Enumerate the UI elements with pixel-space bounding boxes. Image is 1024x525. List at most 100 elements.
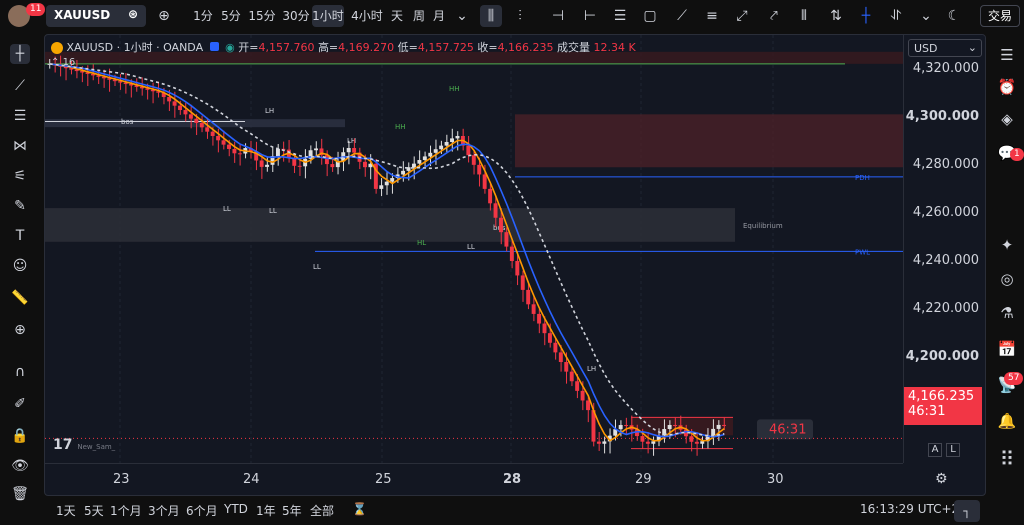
pattern-icon[interactable]: ⥯ [888,8,904,24]
fib-retracement-icon[interactable]: ☰ [10,106,30,126]
candle-body [667,424,672,430]
rectangle-icon[interactable]: ▢ [642,8,658,24]
candle-body [586,400,590,411]
currency-select[interactable]: USD ⌄ [908,39,982,57]
range-button-3[interactable]: 3个月 [148,502,180,519]
bos-label: bos [121,118,134,126]
candle-body [216,135,221,141]
ideas-icon[interactable]: ✦ [996,234,1018,256]
cursor-icon[interactable]: ┼ [10,44,30,64]
candle-body [471,155,476,165]
candle-body [504,232,509,247]
current-price-tag: 4,166.235 46:31 [904,387,982,425]
timeframe-3[interactable]: 30分 [282,5,310,27]
bar-style-icon[interactable]: ⫶ [512,8,528,24]
trash-icon[interactable]: 🗑 [10,484,30,504]
forecast-icon[interactable]: ⚟ [10,166,30,186]
chat-badge: 1 [1010,148,1024,161]
timeframe-6[interactable]: 天 [390,5,404,27]
equilibrium-zone [45,208,735,242]
ruler-icon[interactable]: 📏 [10,288,30,308]
trendline-icon[interactable]: ⟋ [674,8,690,24]
timeframe-5[interactable]: 4小时 [350,5,384,27]
range-button-7[interactable]: 5年 [282,502,302,519]
supply-zone [515,114,903,168]
symbol-search[interactable]: XAUUSD ⊛ [46,5,146,27]
time-axis[interactable]: 23 24 25 28 29 30 [45,463,903,495]
text-icon[interactable]: ≡ [704,8,720,24]
range-button-6[interactable]: 1年 [256,502,276,519]
candle-body [444,142,449,146]
calendar-icon[interactable]: 📅 [996,338,1018,360]
horizontal-line-icon[interactable]: ⊢ [582,8,598,24]
lock-icon[interactable]: 🔒 [10,426,30,446]
brush-icon[interactable]: ✎ [10,196,30,216]
more-chevron-icon[interactable]: ⌄ [918,8,934,24]
trendline-icon[interactable]: ⟋ [10,76,30,96]
target-icon[interactable]: ◎ [996,268,1018,290]
range-button-1[interactable]: 5天 [84,502,104,519]
trade-button[interactable]: 交易 [980,5,1020,27]
timeframe-0[interactable]: 1分 [192,5,214,27]
auto-scale-button[interactable]: A [928,443,942,457]
screener-icon[interactable]: ⚗ [996,302,1018,324]
lock-drawing-icon[interactable]: ✐ [10,394,30,414]
crosshair-icon[interactable]: ┼ [858,8,874,24]
indicator-toggle[interactable]: ⌃ 16 [51,57,75,68]
price-axis[interactable]: USD ⌄ 4,320.000 4,300.000 4,280.000 4,260.0… [903,35,985,463]
price-tick-label: 4,260.000 [912,204,979,220]
timeframe-4[interactable]: 1小时 [312,5,344,27]
text-tool-icon[interactable]: T [10,226,30,246]
lines-icon[interactable]: ☰ [612,8,628,24]
date-range-icon[interactable]: ⌛ [352,502,367,516]
price-chart[interactable]: PDHPWLEquilibriumbosbosLHLHLHHHHHHLLLLLL… [45,35,903,463]
theme-icon[interactable]: ☾ [946,8,962,24]
pattern-icon[interactable]: ⋈ [10,136,30,156]
range-button-0[interactable]: 1天 [56,502,76,519]
candle-body [384,181,389,186]
ll-label-3: LL [313,263,321,271]
range-button-2[interactable]: 1个月 [110,502,142,519]
candles-icon[interactable]: ⫼ [480,5,502,27]
emoji-icon[interactable]: ☺ [10,256,30,276]
candle-body [488,188,493,204]
range-button-8[interactable]: 全部 [310,502,334,519]
notification-icon[interactable]: 🔔 [996,410,1018,432]
candle-body [324,155,329,165]
hh-label: HH [449,85,460,93]
candle-body [694,441,699,444]
zoom-in-icon[interactable]: ⊕ [10,320,30,340]
price-tick-label: 4,200.000 [905,349,979,365]
add-symbol-icon[interactable]: ⊕ [156,8,172,24]
layers-icon[interactable]: ◈ [996,108,1018,130]
time-tick-label: 30 [767,472,784,487]
gold-icon [51,42,63,54]
brush-icon[interactable]: ⤤ [766,8,782,24]
measure-icon[interactable]: ⇅ [828,8,844,24]
gear-icon[interactable]: ⚙ [935,471,948,487]
timeframe-8[interactable]: 月 [432,5,446,27]
ray-icon[interactable]: ⊣ [550,8,566,24]
fib-icon[interactable]: ⦀ [796,8,812,24]
chart-area[interactable]: PDHPWLEquilibriumbosbosLHLHLHHHHHHLLLLLL… [44,34,986,496]
range-button-5[interactable]: YTD [224,502,248,516]
magnet-icon[interactable]: ∩ [10,362,30,382]
range-button-4[interactable]: 6个月 [186,502,218,519]
timeframe-2[interactable]: 15分 [248,5,276,27]
log-scale-button[interactable]: L [946,443,960,457]
chevron-down-icon[interactable]: ⌄ [454,8,470,24]
clock-text[interactable]: 16:13:29 UTC+2 [860,502,959,516]
eye-icon[interactable]: 👁 [10,456,30,476]
alarm-icon[interactable]: ⏰ [996,76,1018,98]
fullscreen-icon[interactable]: ┐ [954,500,980,522]
apps-grid-icon[interactable]: ⠿ [996,448,1018,470]
compare-icon[interactable]: ⊛ [128,7,138,21]
timeframe-1[interactable]: 5分 [220,5,242,27]
timeframe-7[interactable]: 周 [412,5,426,27]
watchlist-icon[interactable]: ☰ [996,44,1018,66]
candle-body [265,164,270,167]
candle-body [346,148,351,153]
candle-body [722,424,726,426]
path-icon[interactable]: ⤢ [734,8,750,24]
watermark-text: New_Sam_ [77,443,116,451]
